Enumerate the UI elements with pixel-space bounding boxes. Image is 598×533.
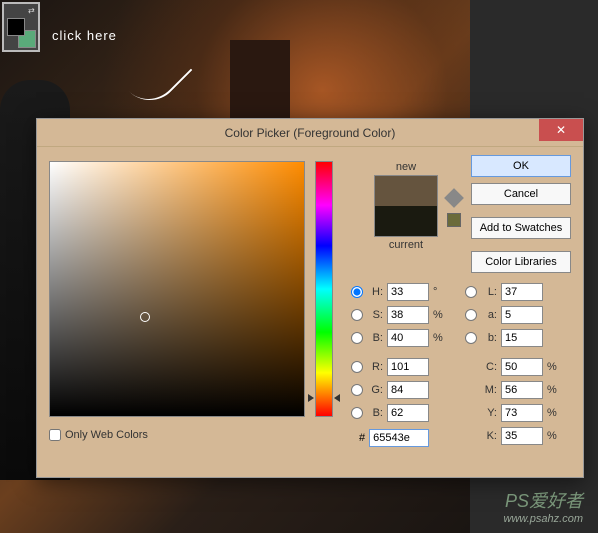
label-b-lab: b: bbox=[481, 332, 497, 344]
input-k[interactable] bbox=[501, 427, 543, 445]
toolbox-color-swatches[interactable]: ⇄ bbox=[2, 2, 40, 52]
web-colors-label: Only Web Colors bbox=[65, 429, 148, 441]
label-b-hsb: B: bbox=[367, 332, 383, 344]
radio-s[interactable] bbox=[351, 309, 363, 321]
label-l: L: bbox=[481, 286, 497, 298]
input-b-hsb[interactable] bbox=[387, 329, 429, 347]
dialog-body: new current OK Cancel Add to Swatches Co… bbox=[37, 147, 583, 477]
input-m[interactable] bbox=[501, 381, 543, 399]
color-field[interactable] bbox=[49, 161, 305, 417]
label-h: H: bbox=[367, 286, 383, 298]
preview-current-color[interactable] bbox=[375, 206, 437, 236]
unit-s: % bbox=[433, 309, 447, 321]
hex-label: # bbox=[359, 432, 365, 444]
radio-b-lab[interactable] bbox=[465, 332, 477, 344]
unit-k: % bbox=[547, 430, 561, 442]
field-a: a: bbox=[465, 306, 561, 324]
hex-field: # bbox=[359, 429, 429, 447]
field-l: L: bbox=[465, 283, 561, 301]
unit-b-hsb: % bbox=[433, 332, 447, 344]
radio-b-rgb[interactable] bbox=[351, 407, 363, 419]
radio-a[interactable] bbox=[465, 309, 477, 321]
watermark-url: www.psahz.com bbox=[504, 513, 583, 525]
color-field-cursor bbox=[140, 312, 150, 322]
preview-new-color bbox=[375, 176, 437, 206]
label-m: M: bbox=[481, 384, 497, 396]
unit-c: % bbox=[547, 361, 561, 373]
field-r: R: bbox=[351, 358, 447, 376]
web-colors-checkbox[interactable] bbox=[49, 429, 61, 441]
label-k: K: bbox=[481, 430, 497, 442]
input-r[interactable] bbox=[387, 358, 429, 376]
preview-current-label: current bbox=[351, 239, 461, 251]
field-g: G: bbox=[351, 381, 447, 399]
watermark: PS爱好者 www.psahz.com bbox=[504, 487, 583, 525]
field-b-hsb: B: % bbox=[351, 329, 447, 347]
input-h[interactable] bbox=[387, 283, 429, 301]
radio-h[interactable] bbox=[351, 286, 363, 298]
color-picker-dialog: Color Picker (Foreground Color) ✕ new cu… bbox=[36, 118, 584, 478]
field-c: C: % bbox=[465, 358, 561, 376]
close-button[interactable]: ✕ bbox=[539, 119, 583, 141]
unit-m: % bbox=[547, 384, 561, 396]
field-s: S: % bbox=[351, 306, 447, 324]
dialog-title: Color Picker (Foreground Color) bbox=[225, 126, 396, 140]
field-b-lab: b: bbox=[465, 329, 561, 347]
field-y: Y: % bbox=[465, 404, 561, 422]
input-b-lab[interactable] bbox=[501, 329, 543, 347]
input-g[interactable] bbox=[387, 381, 429, 399]
field-h: H: ° bbox=[351, 283, 447, 301]
hex-input[interactable] bbox=[369, 429, 429, 447]
label-c: C: bbox=[481, 361, 497, 373]
preview-new-label: new bbox=[351, 161, 461, 173]
label-g: G: bbox=[367, 384, 383, 396]
gamut-warning-icon[interactable] bbox=[444, 188, 464, 208]
color-fields: H: ° S: % B: % bbox=[351, 283, 571, 450]
radio-r[interactable] bbox=[351, 361, 363, 373]
field-k: K: % bbox=[465, 427, 561, 445]
label-b-rgb: B: bbox=[367, 407, 383, 419]
input-c[interactable] bbox=[501, 358, 543, 376]
preview-swatch bbox=[374, 175, 438, 237]
input-a[interactable] bbox=[501, 306, 543, 324]
hue-slider[interactable] bbox=[315, 161, 333, 417]
web-safe-swatch-icon[interactable] bbox=[447, 213, 461, 227]
add-to-swatches-button[interactable]: Add to Swatches bbox=[471, 217, 571, 239]
label-s: S: bbox=[367, 309, 383, 321]
hue-arrow-left-icon bbox=[308, 394, 314, 402]
foreground-color-swatch[interactable] bbox=[7, 18, 25, 36]
radio-b-hsb[interactable] bbox=[351, 332, 363, 344]
unit-y: % bbox=[547, 407, 561, 419]
watermark-brand: PS爱好者 bbox=[504, 487, 583, 513]
annotation-text: click here bbox=[52, 28, 117, 43]
web-colors-checkbox-row: Only Web Colors bbox=[49, 429, 148, 441]
label-r: R: bbox=[367, 361, 383, 373]
dialog-titlebar[interactable]: Color Picker (Foreground Color) ✕ bbox=[37, 119, 583, 147]
radio-l[interactable] bbox=[465, 286, 477, 298]
color-libraries-button[interactable]: Color Libraries bbox=[471, 251, 571, 273]
dialog-buttons: OK Cancel Add to Swatches Color Librarie… bbox=[471, 155, 571, 279]
color-preview: new current bbox=[351, 161, 461, 251]
swap-colors-icon[interactable]: ⇄ bbox=[28, 6, 36, 14]
field-b-rgb: B: bbox=[351, 404, 447, 422]
input-b-rgb[interactable] bbox=[387, 404, 429, 422]
radio-g[interactable] bbox=[351, 384, 363, 396]
label-a: a: bbox=[481, 309, 497, 321]
close-icon: ✕ bbox=[556, 123, 566, 137]
input-s[interactable] bbox=[387, 306, 429, 324]
field-m: M: % bbox=[465, 381, 561, 399]
unit-h: ° bbox=[433, 286, 447, 298]
hue-arrow-right-icon bbox=[334, 394, 340, 402]
ok-button[interactable]: OK bbox=[471, 155, 571, 177]
cancel-button[interactable]: Cancel bbox=[471, 183, 571, 205]
label-y: Y: bbox=[481, 407, 497, 419]
input-l[interactable] bbox=[501, 283, 543, 301]
input-y[interactable] bbox=[501, 404, 543, 422]
